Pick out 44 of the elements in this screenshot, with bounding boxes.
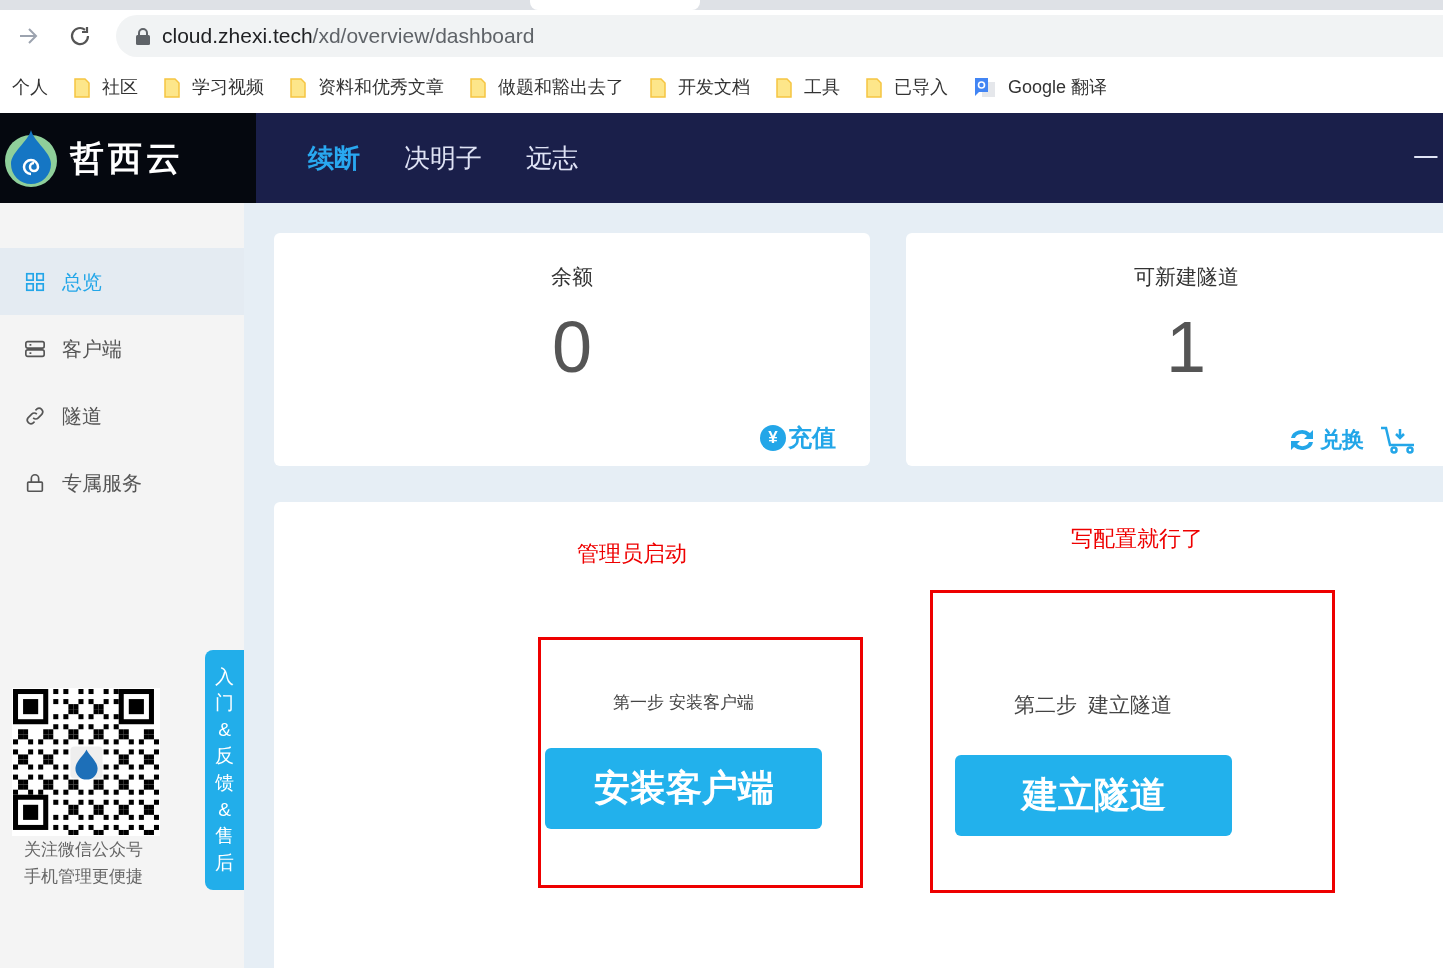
qr-caption: 手机管理更便捷	[23, 866, 143, 888]
logo[interactable]: 哲西云	[0, 113, 256, 203]
nav-tab[interactable]: 决明子	[404, 138, 482, 178]
grid-icon	[24, 270, 46, 293]
bookmark[interactable]: 做题和豁出去了	[470, 74, 624, 101]
annotation-text: 管理员启动	[577, 540, 687, 568]
header-text: 一	[1413, 141, 1440, 175]
annotation-text: 写配置就行了	[1071, 525, 1203, 553]
link-icon	[24, 404, 46, 427]
url-text: cloud.zhexi.tech/xd/overview/dashboard	[162, 23, 535, 50]
folder-icon	[164, 77, 180, 98]
nav-tab[interactable]: 远志	[526, 138, 578, 178]
lock-icon	[136, 27, 150, 45]
folder-icon	[470, 77, 486, 98]
bookmark[interactable]: 个人	[12, 74, 48, 101]
sidebar-item[interactable]: 专属服务	[0, 449, 244, 516]
step-caption: 第二步 建立隧道	[1012, 692, 1174, 718]
bookmark[interactable]: 开发文档	[650, 74, 750, 101]
folder-icon	[776, 77, 792, 98]
translate-icon	[974, 76, 996, 99]
folder-icon	[866, 77, 882, 98]
lock-icon	[24, 471, 46, 494]
card-title: 余额	[551, 264, 593, 290]
sidebar-item[interactable]: 客户端	[0, 315, 244, 382]
address-bar[interactable]: cloud.zhexi.tech/xd/overview/dashboard	[116, 15, 1443, 57]
folder-icon	[290, 77, 306, 98]
reload-icon[interactable]	[68, 24, 92, 48]
card-title: 可新建隧道	[1133, 264, 1239, 290]
card-value: 1	[1165, 305, 1206, 389]
logo-icon	[4, 128, 58, 188]
bookmark[interactable]: Google 翻译	[974, 74, 1108, 101]
qr-caption: 关注微信公众号	[23, 839, 143, 861]
bookmark[interactable]: 社区	[74, 74, 138, 101]
yen-icon: ¥	[760, 425, 786, 451]
bookmark[interactable]: 学习视频	[164, 74, 264, 101]
bookmark[interactable]: 工具	[776, 74, 840, 101]
step-caption: 第一步 安装客户端	[612, 692, 755, 714]
bookmark[interactable]: 已导入	[866, 74, 948, 101]
folder-icon	[74, 77, 90, 98]
sidebar-item[interactable]: 隧道	[0, 382, 244, 449]
bookmark[interactable]: 资料和优秀文章	[290, 74, 444, 101]
folder-icon	[650, 77, 666, 98]
nav-tab[interactable]: 续断	[308, 138, 360, 178]
card-value: 0	[551, 305, 592, 389]
